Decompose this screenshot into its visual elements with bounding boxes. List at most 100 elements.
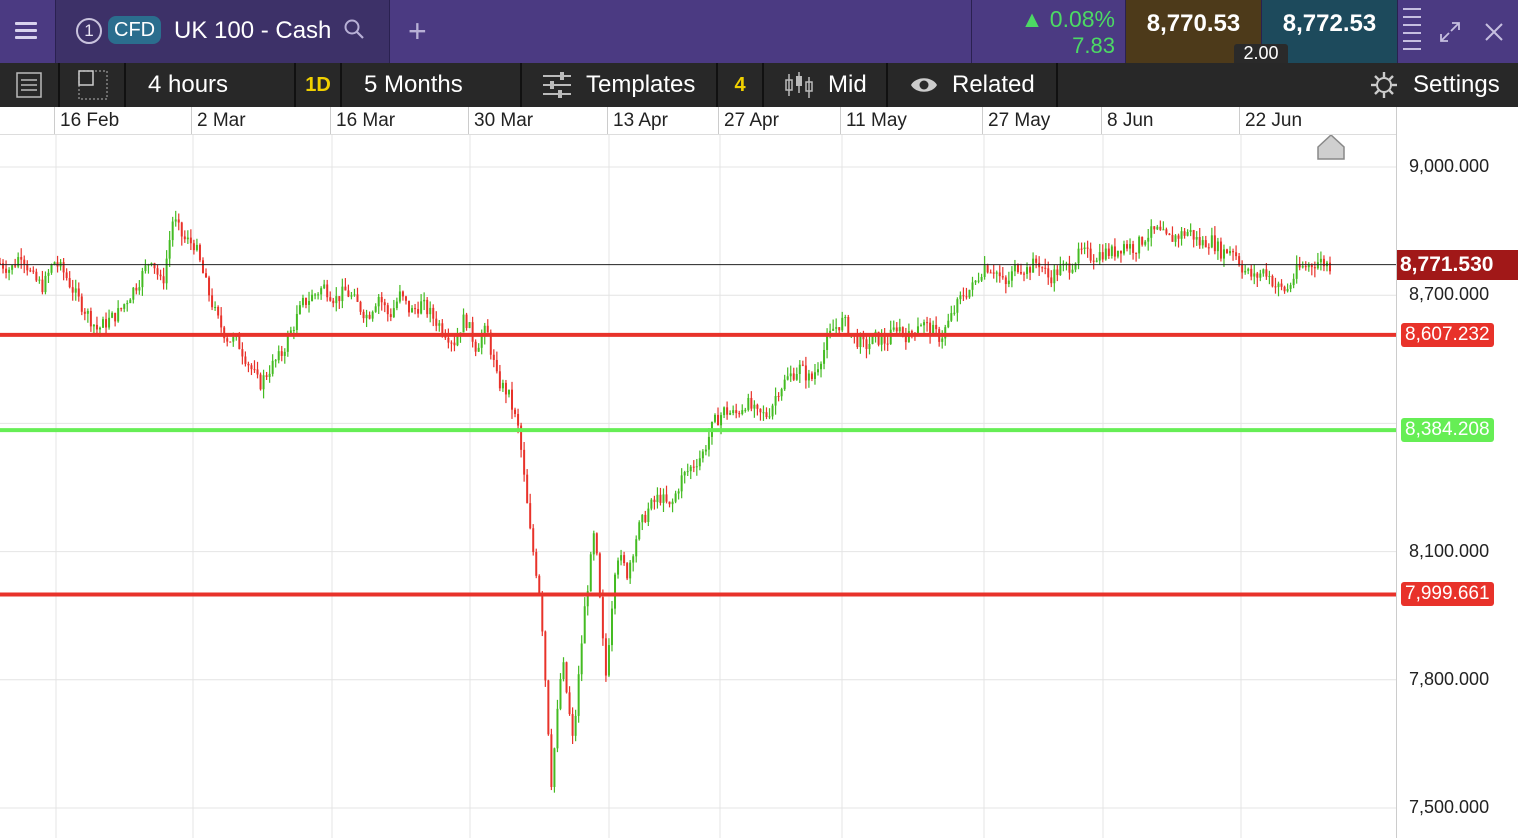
candle-down: [486, 325, 489, 333]
candle-up: [335, 296, 338, 304]
date-tick: [718, 107, 719, 134]
candle-down: [838, 327, 841, 331]
candle-up: [614, 574, 617, 609]
settings-button[interactable]: Settings: [1360, 63, 1518, 107]
candle-up: [138, 287, 141, 291]
candle-up: [262, 375, 265, 390]
price-change: ▲ 0.08% 7.83: [972, 0, 1126, 63]
drag-handle[interactable]: [1398, 0, 1428, 63]
candle-up: [950, 313, 953, 321]
candle-up: [429, 307, 432, 315]
candle-up: [298, 305, 301, 314]
hamburger-icon: [15, 22, 37, 40]
candle-up: [353, 294, 356, 296]
candle-up: [74, 288, 77, 293]
candle-down: [726, 407, 729, 415]
candle-up: [1007, 280, 1010, 285]
instance-number: 1: [76, 18, 102, 44]
candle-up: [98, 327, 101, 330]
candle-up: [980, 276, 983, 281]
candle-down: [1329, 262, 1331, 272]
candle-up: [1150, 226, 1153, 238]
candle-up: [959, 295, 962, 300]
candle-down: [1225, 249, 1228, 254]
candle-up: [923, 322, 926, 326]
candle-up: [729, 412, 732, 415]
candle-up: [941, 338, 944, 342]
product-badge: CFD: [108, 16, 162, 44]
level-price-tag[interactable]: 8,384.208: [1401, 418, 1494, 443]
candle-down: [401, 291, 404, 297]
candle-up: [635, 539, 638, 557]
price-type-selector[interactable]: Mid: [764, 63, 888, 107]
related-button[interactable]: Related: [888, 63, 1058, 107]
candle-up: [1259, 273, 1262, 278]
candle-down: [895, 327, 898, 332]
candle-down: [253, 369, 256, 371]
expand-button[interactable]: [1430, 0, 1470, 63]
price-chart[interactable]: [0, 135, 1396, 838]
candle-up: [813, 372, 816, 379]
candle-down: [1004, 277, 1007, 285]
candle-down: [447, 337, 450, 343]
interval-selector[interactable]: 4 hours: [126, 63, 296, 107]
spread-value: 2.00: [1234, 44, 1288, 63]
close-button[interactable]: [1470, 0, 1518, 63]
range-selector[interactable]: 5 Months: [342, 63, 522, 107]
candle-down: [965, 296, 968, 298]
candle-up: [720, 415, 723, 426]
level-price-tag[interactable]: 7,999.661: [1401, 582, 1494, 607]
candle-up: [168, 240, 171, 259]
candle-up: [47, 272, 50, 276]
candle-up: [968, 289, 971, 298]
quick-range-button[interactable]: 1D: [296, 63, 342, 107]
candle-down: [414, 308, 417, 310]
collapse-icon[interactable]: [1316, 135, 1346, 161]
candle-down: [68, 278, 71, 288]
layout-button[interactable]: [60, 63, 126, 107]
close-icon: [1485, 23, 1503, 41]
candle-up: [1268, 276, 1271, 278]
candle-up: [841, 317, 844, 331]
instrument-selector[interactable]: 1 CFD UK 100 - Cash: [56, 0, 390, 63]
candle-down: [1019, 272, 1022, 274]
candle-down: [389, 314, 392, 318]
candle-down: [380, 296, 383, 303]
candle-down: [226, 338, 229, 342]
candle-down: [65, 272, 68, 279]
candle-up: [283, 351, 286, 356]
candle-down: [1047, 268, 1050, 278]
candle-up: [468, 322, 471, 328]
candle-down: [71, 287, 74, 293]
candle-up: [1077, 248, 1080, 264]
candle-up: [556, 708, 559, 749]
search-icon[interactable]: [344, 19, 364, 39]
candle-up: [1316, 262, 1319, 269]
level-price-tag[interactable]: 8,607.232: [1401, 322, 1494, 347]
candle-down: [259, 374, 262, 390]
candle-down: [1256, 273, 1259, 278]
templates-button[interactable]: Templates: [522, 63, 718, 107]
candle-down: [183, 236, 186, 240]
candle-up: [1138, 236, 1141, 254]
candle-down: [1238, 256, 1241, 265]
candle-down: [247, 363, 250, 366]
date-tick: [840, 107, 841, 134]
candlestick-chart[interactable]: [0, 135, 1396, 838]
candle-up: [704, 449, 707, 452]
templates-count: 4: [734, 74, 746, 96]
candle-up: [38, 279, 41, 281]
candle-down: [201, 260, 204, 274]
candle-up: [698, 458, 701, 467]
candle-down: [344, 286, 347, 291]
interval-label: 4 hours: [148, 71, 229, 98]
list-view-button[interactable]: [0, 63, 60, 107]
candle-down: [62, 262, 65, 273]
candle-up: [744, 409, 747, 411]
templates-count-badge[interactable]: 4: [718, 63, 764, 107]
date-tick: [1239, 107, 1240, 134]
candle-down: [1213, 235, 1216, 252]
add-tab-button[interactable]: +: [390, 0, 972, 63]
menu-button[interactable]: [0, 0, 56, 63]
candle-up: [286, 335, 289, 352]
